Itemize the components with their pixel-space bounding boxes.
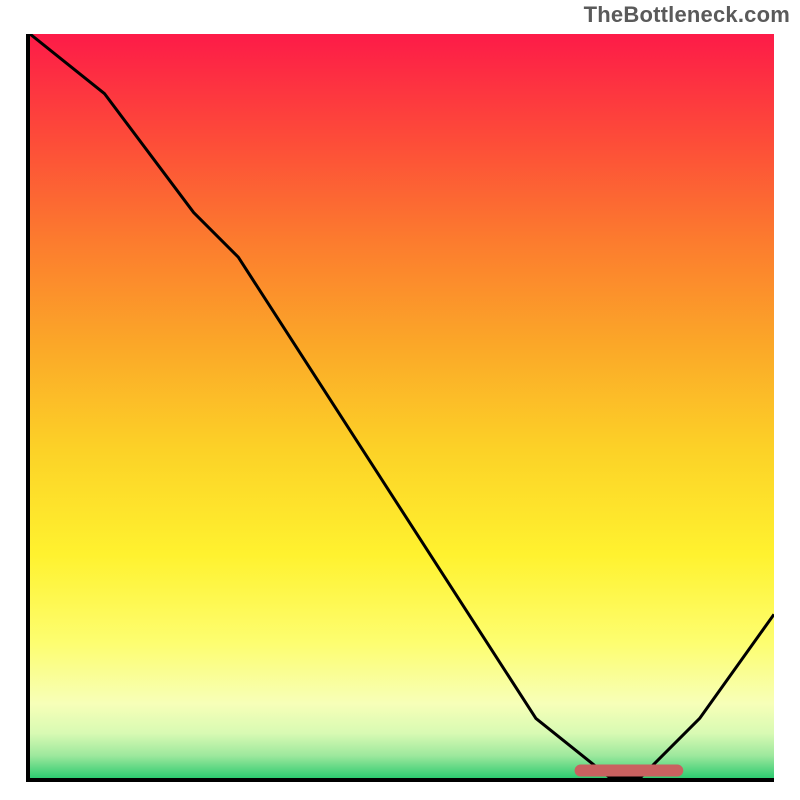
page-root: TheBottleneck.com bbox=[0, 0, 800, 800]
chart-svg bbox=[30, 34, 774, 778]
chart-frame bbox=[20, 28, 780, 788]
chart-plot-area bbox=[26, 34, 774, 782]
watermark-text: TheBottleneck.com bbox=[584, 2, 790, 28]
